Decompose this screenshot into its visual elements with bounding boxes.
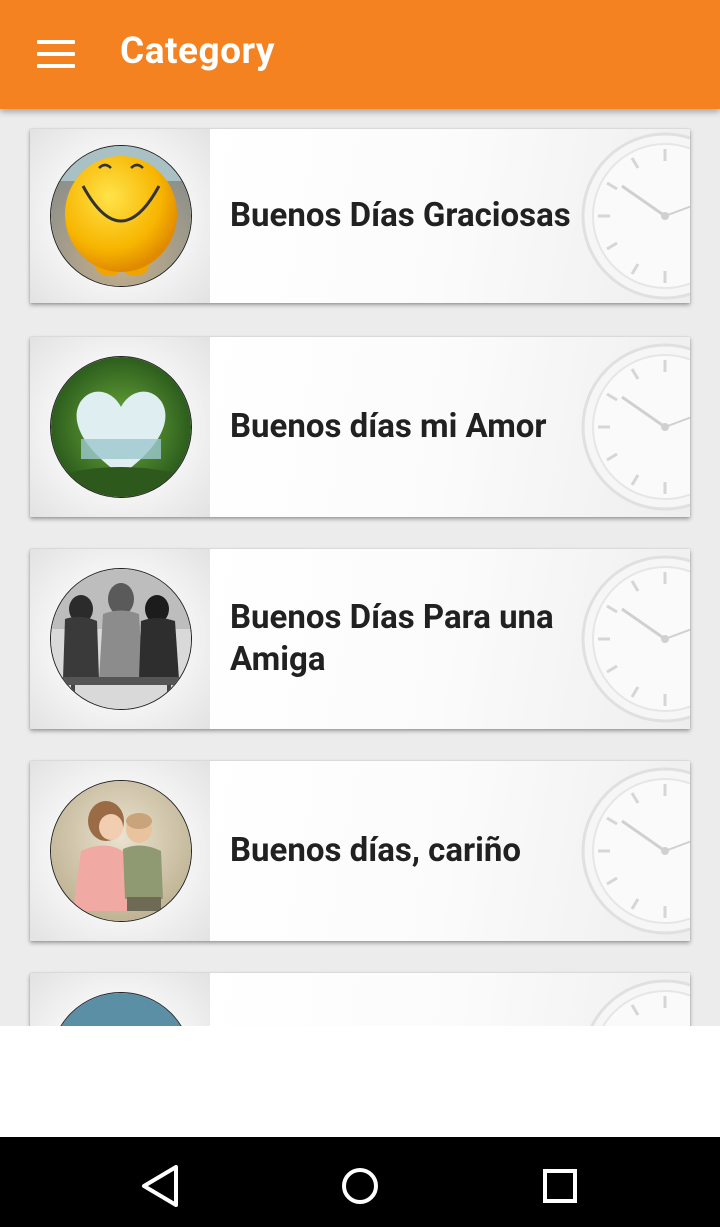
friends-bench-image xyxy=(50,568,192,710)
category-label: Buenos días mi Amor xyxy=(230,407,547,446)
card-thumb-panel xyxy=(30,549,210,729)
category-card-carino[interactable]: Buenos días, cariño xyxy=(30,761,690,941)
card-thumb-panel xyxy=(30,973,210,1026)
card-text-panel: Buenos Días Graciosas xyxy=(210,129,690,303)
kids-kiss-image xyxy=(50,780,192,922)
page-title: Category xyxy=(120,30,276,73)
category-card-graciosas[interactable]: Buenos Días Graciosas xyxy=(30,129,690,303)
recents-square-icon[interactable] xyxy=(530,1155,590,1215)
card-text-panel: Buenos Días Para una Amiga xyxy=(210,549,690,729)
category-card-amor[interactable]: Buenos días mi Amor xyxy=(30,337,690,517)
app-bar: Category xyxy=(0,0,720,109)
card-thumb-panel xyxy=(30,761,210,941)
category-card-partial[interactable] xyxy=(30,973,690,1026)
home-circle-icon[interactable] xyxy=(330,1155,390,1215)
category-label: Buenos Días Graciosas xyxy=(230,196,571,235)
bottom-blank-area xyxy=(0,1026,720,1137)
heart-leaves-image xyxy=(50,356,192,498)
blue-circle-image xyxy=(50,992,192,1026)
card-text-panel: Buenos días, cariño xyxy=(210,761,690,941)
smiley-ball-image xyxy=(50,145,192,287)
hamburger-menu-icon[interactable] xyxy=(20,26,92,82)
card-text-panel: Buenos días mi Amor xyxy=(210,337,690,517)
category-label: Buenos días, cariño xyxy=(230,831,521,870)
clock-background-icon xyxy=(581,979,690,1026)
card-text-panel xyxy=(210,973,690,1026)
card-thumb-panel xyxy=(30,129,210,303)
back-triangle-icon[interactable] xyxy=(130,1155,190,1215)
system-nav-bar xyxy=(0,1137,720,1227)
category-label: Buenos Días Para una Amiga xyxy=(230,598,554,679)
card-thumb-panel xyxy=(30,337,210,517)
category-card-amiga[interactable]: Buenos Días Para una Amiga xyxy=(30,549,690,729)
category-list[interactable]: Buenos Días Graciosas Buenos días mi Amo… xyxy=(0,109,720,1026)
